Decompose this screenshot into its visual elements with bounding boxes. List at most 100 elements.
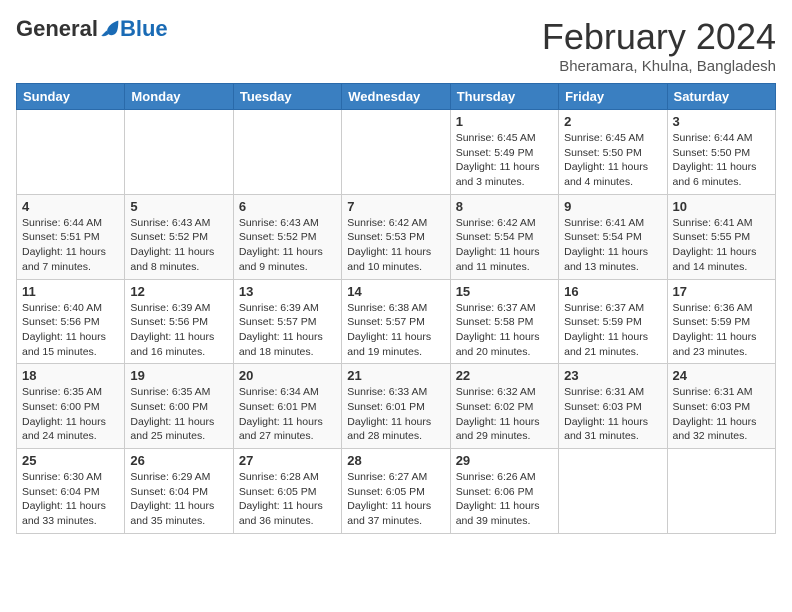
calendar-cell <box>125 110 233 195</box>
day-number: 16 <box>564 284 661 299</box>
calendar-cell: 11 Sunrise: 6:40 AM Sunset: 5:56 PM Dayli… <box>17 279 125 364</box>
calendar-cell: 20 Sunrise: 6:34 AM Sunset: 6:01 PM Dayli… <box>233 364 341 449</box>
calendar-cell: 27 Sunrise: 6:28 AM Sunset: 6:05 PM Dayli… <box>233 449 341 534</box>
day-number: 13 <box>239 284 336 299</box>
day-number: 11 <box>22 284 119 299</box>
day-number: 19 <box>130 368 227 383</box>
calendar-week-row: 25Sunrise: 6:30 AM Sunset: 6:04 PM Dayli… <box>17 449 776 534</box>
calendar-cell: 6 Sunrise: 6:43 AM Sunset: 5:52 PM Daylig… <box>233 194 341 279</box>
day-number: 27 <box>239 453 336 468</box>
day-number: 18 <box>22 368 119 383</box>
calendar-cell: 24 Sunrise: 6:31 AM Sunset: 6:03 PM Dayli… <box>667 364 775 449</box>
calendar-cell: 23Sunrise: 6:31 AM Sunset: 6:03 PM Dayli… <box>559 364 667 449</box>
day-info: Sunrise: 6:39 AM Sunset: 5:56 PM Dayligh… <box>130 301 227 360</box>
calendar-cell: 13 Sunrise: 6:39 AM Sunset: 5:57 PM Dayli… <box>233 279 341 364</box>
day-info: Sunrise: 6:41 AM Sunset: 5:55 PM Dayligh… <box>673 216 770 275</box>
day-info: Sunrise: 6:37 AM Sunset: 5:58 PM Dayligh… <box>456 301 553 360</box>
calendar-cell: 28 Sunrise: 6:27 AM Sunset: 6:05 PM Dayli… <box>342 449 450 534</box>
calendar-cell <box>667 449 775 534</box>
main-title: February 2024 <box>542 16 776 58</box>
day-info: Sunrise: 6:43 AM Sunset: 5:52 PM Dayligh… <box>239 216 336 275</box>
calendar-day-header: Tuesday <box>233 84 341 110</box>
day-number: 21 <box>347 368 444 383</box>
calendar-cell: 18 Sunrise: 6:35 AM Sunset: 6:00 PM Dayli… <box>17 364 125 449</box>
day-info: Sunrise: 6:26 AM Sunset: 6:06 PM Dayligh… <box>456 470 553 529</box>
day-info: Sunrise: 6:34 AM Sunset: 6:01 PM Dayligh… <box>239 385 336 444</box>
day-info: Sunrise: 6:28 AM Sunset: 6:05 PM Dayligh… <box>239 470 336 529</box>
day-info: Sunrise: 6:39 AM Sunset: 5:57 PM Dayligh… <box>239 301 336 360</box>
day-info: Sunrise: 6:44 AM Sunset: 5:51 PM Dayligh… <box>22 216 119 275</box>
calendar-cell: 1 Sunrise: 6:45 AM Sunset: 5:49 PM Daylig… <box>450 110 558 195</box>
day-number: 12 <box>130 284 227 299</box>
calendar-week-row: 1 Sunrise: 6:45 AM Sunset: 5:49 PM Daylig… <box>17 110 776 195</box>
calendar-cell: 10 Sunrise: 6:41 AM Sunset: 5:55 PM Dayli… <box>667 194 775 279</box>
day-info: Sunrise: 6:42 AM Sunset: 5:53 PM Dayligh… <box>347 216 444 275</box>
day-number: 25 <box>22 453 119 468</box>
day-number: 6 <box>239 199 336 214</box>
calendar-header-row: SundayMondayTuesdayWednesdayThursdayFrid… <box>17 84 776 110</box>
calendar-day-header: Monday <box>125 84 233 110</box>
day-info: Sunrise: 6:29 AM Sunset: 6:04 PM Dayligh… <box>130 470 227 529</box>
day-info: Sunrise: 6:35 AM Sunset: 6:00 PM Dayligh… <box>22 385 119 444</box>
day-info: Sunrise: 6:32 AM Sunset: 6:02 PM Dayligh… <box>456 385 553 444</box>
calendar-cell: 21 Sunrise: 6:33 AM Sunset: 6:01 PM Dayli… <box>342 364 450 449</box>
calendar-cell: 7 Sunrise: 6:42 AM Sunset: 5:53 PM Daylig… <box>342 194 450 279</box>
day-number: 4 <box>22 199 119 214</box>
calendar-day-header: Sunday <box>17 84 125 110</box>
calendar-cell <box>17 110 125 195</box>
day-info: Sunrise: 6:31 AM Sunset: 6:03 PM Dayligh… <box>673 385 770 444</box>
calendar-week-row: 4 Sunrise: 6:44 AM Sunset: 5:51 PM Daylig… <box>17 194 776 279</box>
calendar-cell <box>559 449 667 534</box>
logo-bird-icon <box>100 19 120 39</box>
day-number: 7 <box>347 199 444 214</box>
day-number: 28 <box>347 453 444 468</box>
calendar-cell: 29 Sunrise: 6:26 AM Sunset: 6:06 PM Dayli… <box>450 449 558 534</box>
calendar-table: SundayMondayTuesdayWednesdayThursdayFrid… <box>16 83 776 534</box>
day-info: Sunrise: 6:41 AM Sunset: 5:54 PM Dayligh… <box>564 216 661 275</box>
day-number: 2 <box>564 114 661 129</box>
day-info: Sunrise: 6:37 AM Sunset: 5:59 PM Dayligh… <box>564 301 661 360</box>
calendar-cell: 12 Sunrise: 6:39 AM Sunset: 5:56 PM Dayli… <box>125 279 233 364</box>
calendar-cell: 16 Sunrise: 6:37 AM Sunset: 5:59 PM Dayli… <box>559 279 667 364</box>
day-info: Sunrise: 6:36 AM Sunset: 5:59 PM Dayligh… <box>673 301 770 360</box>
calendar-cell: 5 Sunrise: 6:43 AM Sunset: 5:52 PM Daylig… <box>125 194 233 279</box>
day-info: Sunrise: 6:40 AM Sunset: 5:56 PM Dayligh… <box>22 301 119 360</box>
day-number: 17 <box>673 284 770 299</box>
day-number: 15 <box>456 284 553 299</box>
day-number: 10 <box>673 199 770 214</box>
day-info: Sunrise: 6:45 AM Sunset: 5:50 PM Dayligh… <box>564 131 661 190</box>
day-info: Sunrise: 6:45 AM Sunset: 5:49 PM Dayligh… <box>456 131 553 190</box>
day-info: Sunrise: 6:33 AM Sunset: 6:01 PM Dayligh… <box>347 385 444 444</box>
calendar-cell: 25Sunrise: 6:30 AM Sunset: 6:04 PM Dayli… <box>17 449 125 534</box>
calendar-cell: 8Sunrise: 6:42 AM Sunset: 5:54 PM Daylig… <box>450 194 558 279</box>
calendar-body: 1 Sunrise: 6:45 AM Sunset: 5:49 PM Daylig… <box>17 110 776 534</box>
day-info: Sunrise: 6:43 AM Sunset: 5:52 PM Dayligh… <box>130 216 227 275</box>
calendar-cell: 26 Sunrise: 6:29 AM Sunset: 6:04 PM Dayli… <box>125 449 233 534</box>
calendar-cell <box>342 110 450 195</box>
day-info: Sunrise: 6:44 AM Sunset: 5:50 PM Dayligh… <box>673 131 770 190</box>
logo-general-text: General <box>16 16 98 42</box>
day-number: 14 <box>347 284 444 299</box>
calendar-day-header: Saturday <box>667 84 775 110</box>
day-info: Sunrise: 6:38 AM Sunset: 5:57 PM Dayligh… <box>347 301 444 360</box>
day-number: 20 <box>239 368 336 383</box>
calendar-day-header: Wednesday <box>342 84 450 110</box>
day-info: Sunrise: 6:35 AM Sunset: 6:00 PM Dayligh… <box>130 385 227 444</box>
logo-blue-text: Blue <box>120 16 168 42</box>
day-number: 24 <box>673 368 770 383</box>
day-number: 3 <box>673 114 770 129</box>
calendar-cell: 4 Sunrise: 6:44 AM Sunset: 5:51 PM Daylig… <box>17 194 125 279</box>
day-number: 9 <box>564 199 661 214</box>
day-info: Sunrise: 6:27 AM Sunset: 6:05 PM Dayligh… <box>347 470 444 529</box>
logo: General Blue <box>16 16 168 42</box>
calendar-week-row: 18 Sunrise: 6:35 AM Sunset: 6:00 PM Dayli… <box>17 364 776 449</box>
day-number: 8 <box>456 199 553 214</box>
day-number: 5 <box>130 199 227 214</box>
day-number: 26 <box>130 453 227 468</box>
day-number: 29 <box>456 453 553 468</box>
day-number: 22 <box>456 368 553 383</box>
calendar-cell: 22 Sunrise: 6:32 AM Sunset: 6:02 PM Dayli… <box>450 364 558 449</box>
calendar-week-row: 11 Sunrise: 6:40 AM Sunset: 5:56 PM Dayli… <box>17 279 776 364</box>
calendar-day-header: Friday <box>559 84 667 110</box>
day-number: 1 <box>456 114 553 129</box>
